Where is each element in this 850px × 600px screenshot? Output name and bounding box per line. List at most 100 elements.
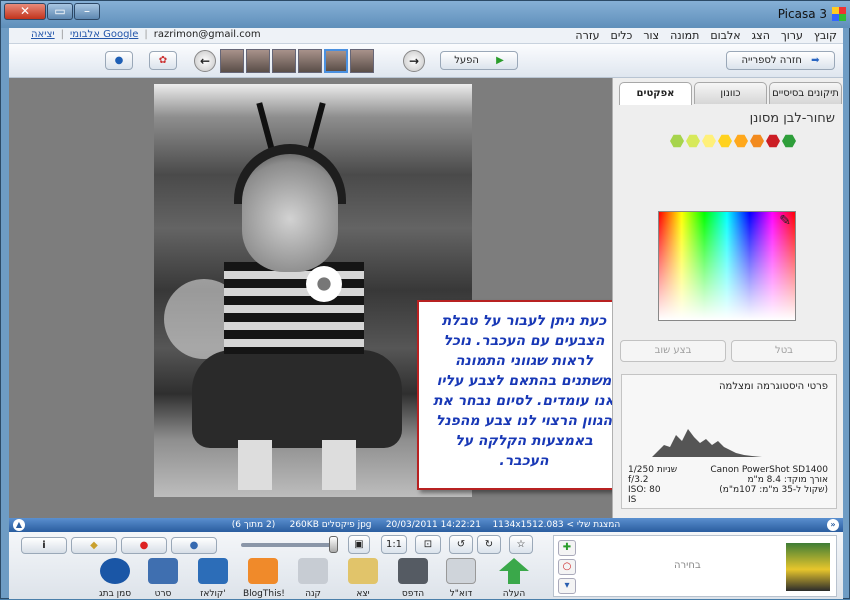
- blogthis-label: BlogThis!: [243, 589, 285, 599]
- swatch-hexagon[interactable]: [734, 134, 748, 148]
- camera-model: Canon PowerShot SD1400: [710, 465, 828, 475]
- fit-button[interactable]: ⊡: [415, 535, 441, 554]
- buy-action[interactable]: קנה: [293, 558, 333, 599]
- star-button[interactable]: ☆: [509, 535, 533, 554]
- app-window: ✕ ▭ – Picasa 3 קובץ ערוך הצג אלבום תמונה…: [0, 0, 850, 599]
- tag-button[interactable]: ◆: [71, 537, 117, 554]
- image-icon: ▣: [354, 539, 364, 550]
- swatch-hexagon[interactable]: [750, 134, 764, 148]
- collapse-icon[interactable]: »: [827, 519, 839, 531]
- camera-info-block: Canon PowerShot SD1400 אורך מוקד: 8.4 מ"…: [710, 465, 828, 495]
- printer-icon: [398, 558, 428, 584]
- movie-action[interactable]: סרט: [143, 558, 183, 599]
- export-label: יצא: [356, 589, 370, 599]
- hold-button[interactable]: ✚: [558, 540, 576, 556]
- star-icon: ☆: [516, 539, 526, 550]
- swatch-hexagon[interactable]: [766, 134, 780, 148]
- tab-basic-fixes[interactable]: תיקונים בסיסיים: [769, 82, 842, 104]
- upload-action[interactable]: העלה: [494, 558, 534, 599]
- status-count: (2 מתוך 6): [231, 520, 276, 530]
- person-icon: ●: [189, 540, 199, 551]
- buy-label: קנה: [305, 589, 321, 599]
- movie-label: סרט: [154, 589, 172, 599]
- info-icon: i: [42, 540, 46, 551]
- callout-text: כעת ניתן לעבור על טבלת הצבעים עם העכבר. …: [433, 313, 615, 469]
- equiv-focal: (שקול ל-35 מ"מ: 107מ"מ): [719, 485, 828, 495]
- tab-tuning[interactable]: כוונון: [694, 82, 767, 104]
- add-to-album-button[interactable]: ▾: [558, 578, 576, 594]
- actual-size-icon: 1:1: [385, 539, 403, 550]
- bottom-toolbar: i ◆ ● ● ▣ 1:1 ⊡ ↺ ↻ ☆ העלה דוא"ל הדפס יצ…: [9, 532, 843, 599]
- pin-icon: ✚: [562, 542, 572, 553]
- eyedropper-icon: ✎: [779, 213, 791, 229]
- zoom-slider-handle[interactable]: [329, 536, 338, 553]
- swatch-hexagon[interactable]: [702, 134, 716, 148]
- panel-tabs: תיקונים בסיסיים כוונון אפקטים: [616, 82, 842, 105]
- people-button[interactable]: ●: [171, 537, 217, 554]
- effect-title: שחור-לבן מסונן: [749, 111, 835, 126]
- apply-again-button[interactable]: בצע שוב: [620, 340, 726, 362]
- selection-tray: ✚ ○ ▾ בחירה: [553, 535, 837, 597]
- swatch-hexagon[interactable]: [670, 134, 684, 148]
- email-label: דוא"ל: [449, 589, 473, 599]
- blogger-icon: [248, 558, 278, 584]
- export-action[interactable]: יצא: [343, 558, 383, 599]
- rotate-left-icon: ↺: [456, 539, 466, 550]
- stabilization-flag: IS: [628, 495, 637, 505]
- place-button[interactable]: ●: [121, 537, 167, 554]
- photo-view-button[interactable]: ▣: [348, 535, 370, 554]
- upload-icon: [499, 558, 529, 584]
- shop-icon: [298, 558, 328, 584]
- rotate-right-icon: ↻: [484, 539, 494, 550]
- actual-size-button[interactable]: 1:1: [381, 535, 407, 554]
- album-icon: ▾: [564, 580, 570, 591]
- collage-icon: [198, 558, 228, 584]
- clear-button[interactable]: ○: [558, 559, 576, 575]
- collage-label: קולאז': [200, 589, 226, 599]
- film-icon: [148, 558, 178, 584]
- iso: ISO: 80: [628, 485, 661, 495]
- cancel-button[interactable]: בטל: [731, 340, 837, 362]
- info-button[interactable]: i: [21, 537, 67, 554]
- focal-length: אורך מוקד: 8.4 מ"מ: [747, 475, 828, 485]
- status-date: 20/03/2011: [385, 520, 438, 530]
- status-bar: » המצגת שלי > 083.jpg 20/03/2011 14:22:2…: [9, 518, 843, 532]
- geotag-action[interactable]: סמן בתג: [95, 558, 135, 599]
- blogthis-action[interactable]: BlogThis!: [243, 558, 285, 599]
- color-picker[interactable]: ✎: [658, 211, 796, 321]
- effects-panel: תיקונים בסיסיים כוונון אפקטים שחור-לבן מ…: [612, 78, 843, 518]
- histogram-title: פרטי היסטוגרמה ומצלמה: [719, 381, 828, 392]
- print-label: הדפס: [401, 589, 425, 599]
- histogram-box: פרטי היסטוגרמה ומצלמה Canon PowerShot SD…: [621, 374, 837, 509]
- aperture: f/3.2: [628, 475, 649, 485]
- tag-icon: ◆: [90, 540, 98, 551]
- google-earth-icon: [100, 558, 130, 584]
- clear-icon: ○: [562, 561, 572, 572]
- print-action[interactable]: הדפס: [393, 558, 433, 599]
- swatch-hexagon[interactable]: [686, 134, 700, 148]
- folder-icon: [348, 558, 378, 584]
- histogram-chart: [652, 429, 762, 457]
- status-time: 14:22:21: [440, 520, 481, 530]
- shutter-speed: 1/250 שניות: [628, 465, 678, 475]
- upload-status-icon[interactable]: ▲: [13, 519, 25, 531]
- map-pin-icon: ●: [139, 540, 149, 551]
- status-size: 260KB: [289, 520, 319, 530]
- tray-label: בחירה: [674, 560, 701, 571]
- rotate-right-button[interactable]: ↻: [477, 535, 501, 554]
- color-swatches: [670, 134, 796, 148]
- zoom-slider-track[interactable]: [241, 543, 337, 547]
- email-action[interactable]: דוא"ל: [441, 558, 481, 599]
- exposure-info-block: 1/250 שניות f/3.2 ISO: 80 IS: [628, 465, 677, 505]
- geotag-label: סמן בתג: [98, 589, 132, 599]
- fit-icon: ⊡: [423, 539, 433, 550]
- tray-thumbnail[interactable]: [786, 543, 830, 591]
- tutorial-callout: כעת ניתן לעבור על טבלת הצבעים עם העכבר. …: [417, 300, 631, 490]
- upload-label: העלה: [502, 589, 526, 599]
- collage-action[interactable]: קולאז': [193, 558, 233, 599]
- rotate-left-button[interactable]: ↺: [449, 535, 473, 554]
- swatch-hexagon[interactable]: [718, 134, 732, 148]
- email-icon: [446, 558, 476, 584]
- swatch-hexagon[interactable]: [782, 134, 796, 148]
- tab-effects[interactable]: אפקטים: [619, 82, 692, 105]
